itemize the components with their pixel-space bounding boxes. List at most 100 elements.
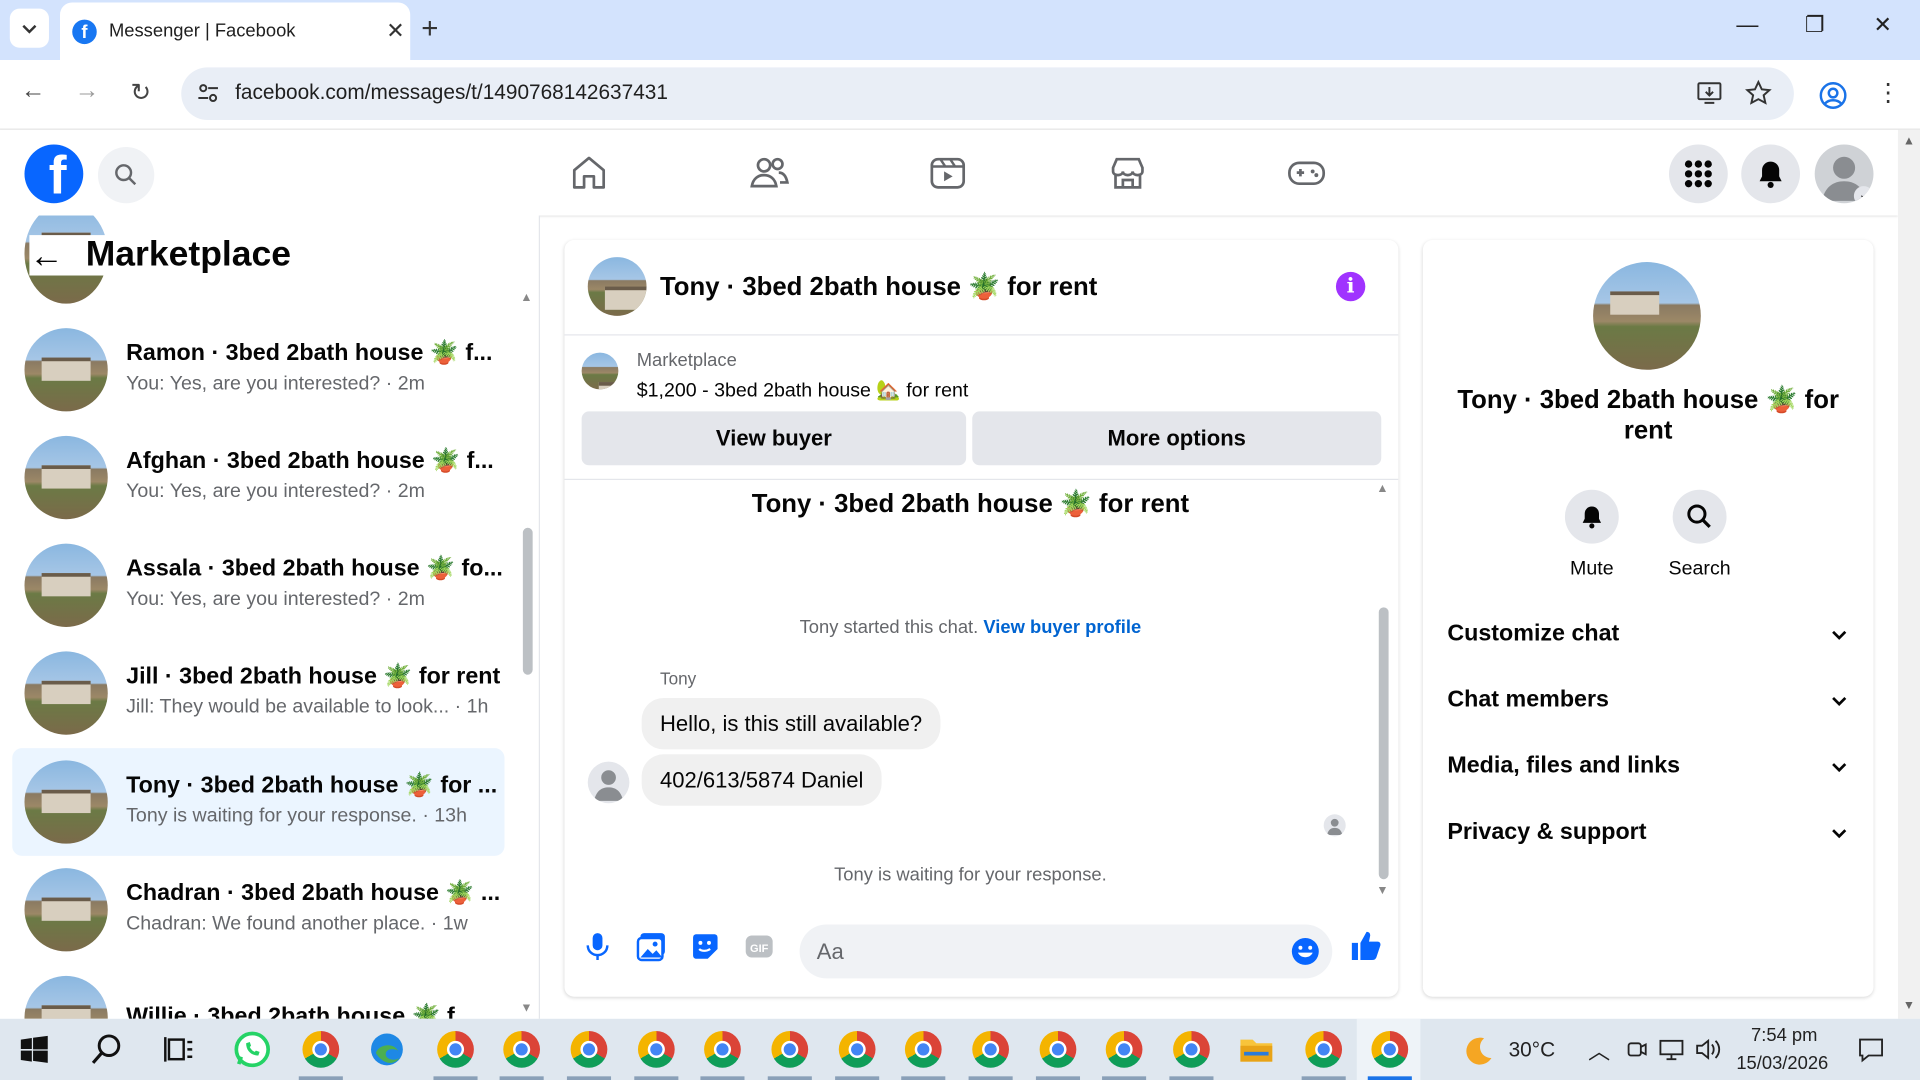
back-icon[interactable]: ← (17, 77, 49, 105)
clock-time[interactable]: 7:54 pm (1751, 1025, 1817, 1046)
chrome-icon[interactable] (1173, 1031, 1210, 1068)
install-app-icon[interactable] (1696, 80, 1723, 107)
chat-list-item-selected[interactable]: Tony · 3bed 2bath house 🪴 for ... Tony is… (12, 748, 505, 856)
facebook-logo[interactable]: f (24, 144, 84, 204)
chat-list-item[interactable]: Willie · 3bed 2bath house 🪴 f... (12, 964, 504, 1019)
moon-weather-icon[interactable] (1462, 1035, 1494, 1067)
chat-list-item[interactable]: Ramon · 3bed 2bath house 🪴 f... You: Yes,… (12, 316, 504, 424)
page-scrollbar[interactable]: ▲ ▼ (1897, 129, 1920, 1019)
chrome-icon[interactable] (503, 1031, 541, 1068)
details-thumbnail[interactable] (1593, 262, 1701, 370)
listing-price-title[interactable]: $1,200 - 3bed 2bath house 🏡 for rent (637, 378, 969, 402)
chat-members-section[interactable]: Chat members (1447, 687, 1849, 714)
camera-mic-icon[interactable] (1625, 1038, 1647, 1060)
scroll-down-arrow-icon[interactable]: ▼ (1903, 999, 1915, 1012)
scroll-up-arrow-icon[interactable]: ▲ (1376, 482, 1388, 495)
bookmark-star-icon[interactable] (1745, 79, 1772, 107)
chrome-icon[interactable] (771, 1031, 809, 1068)
thread-scrollbar[interactable] (1378, 607, 1389, 880)
chrome-icon[interactable] (972, 1031, 1009, 1068)
conversation-thumbnail[interactable] (587, 257, 647, 316)
privacy-support-section[interactable]: Privacy & support (1447, 819, 1849, 846)
photo-icon[interactable] (636, 931, 668, 963)
chat-list-item[interactable]: Assala · 3bed 2bath house 🪴 fo... You: Ye… (12, 531, 504, 639)
chrome-icon[interactable] (1105, 1031, 1143, 1068)
view-buyer-profile-link[interactable]: View buyer profile (983, 617, 1141, 638)
chrome-icon[interactable] (1305, 1031, 1343, 1068)
home-icon[interactable] (568, 152, 610, 194)
profile-icon[interactable] (1818, 81, 1847, 110)
gif-icon[interactable]: GIF (743, 931, 775, 963)
info-icon[interactable]: i (1335, 271, 1366, 302)
scroll-down-arrow-icon[interactable]: ▼ (1376, 884, 1388, 897)
emoji-icon[interactable] (1291, 937, 1320, 966)
weather-temp[interactable]: 30°C (1509, 1038, 1556, 1062)
chrome-icon[interactable] (1371, 1031, 1409, 1068)
edge-icon[interactable] (369, 1031, 406, 1068)
media-files-links-section[interactable]: Media, files and links (1447, 753, 1849, 780)
chrome-icon[interactable] (437, 1031, 474, 1068)
chrome-icon[interactable] (637, 1031, 675, 1068)
sender-avatar[interactable] (587, 761, 630, 804)
close-tab-icon[interactable]: ✕ (381, 18, 410, 44)
reload-icon[interactable]: ↻ (125, 77, 157, 108)
task-view-icon[interactable] (162, 1032, 196, 1066)
chrome-icon[interactable] (904, 1031, 942, 1068)
omnibox[interactable]: facebook.com/messages/t/1490768142637431 (181, 67, 1794, 121)
network-icon[interactable] (1658, 1037, 1685, 1061)
minimize-icon[interactable]: — (1736, 12, 1758, 38)
sticker-icon[interactable] (689, 931, 721, 963)
scroll-up-arrow-icon[interactable]: ▲ (520, 291, 532, 304)
site-settings-icon[interactable] (196, 81, 220, 105)
account-avatar[interactable]: ⌄ (1814, 144, 1874, 204)
chat-name: Tony · 3bed 2bath house 🪴 for ... (126, 772, 498, 799)
chat-list-item[interactable]: Afghan · 3bed 2bath house 🪴 f... You: Yes… (12, 424, 504, 532)
chrome-icon[interactable] (302, 1031, 340, 1068)
facebook-header: f ⌄ (0, 129, 1898, 216)
view-buyer-button[interactable]: View buyer (581, 411, 967, 466)
tab-search-button[interactable] (9, 8, 49, 48)
chrome-icon[interactable] (570, 1031, 608, 1068)
chat-list-item[interactable]: Jill · 3bed 2bath house 🪴 for rent Jill: … (12, 639, 504, 747)
file-explorer-icon[interactable] (1238, 1031, 1275, 1068)
chrome-icon[interactable] (838, 1031, 876, 1068)
marketplace-icon[interactable] (1107, 152, 1149, 194)
menu-grid-button[interactable] (1668, 144, 1728, 204)
browser-tab[interactable]: f Messenger | Facebook ✕ (60, 2, 411, 61)
message-input[interactable]: Aa (799, 924, 1333, 979)
restore-icon[interactable]: ❐ (1805, 12, 1825, 38)
new-tab-button[interactable]: + (421, 12, 438, 46)
customize-chat-section[interactable]: Customize chat (1447, 621, 1849, 648)
volume-icon[interactable] (1695, 1037, 1722, 1061)
message-bubble[interactable]: 402/613/5874 Daniel (641, 754, 882, 806)
more-options-button[interactable]: More options (972, 411, 1382, 466)
friends-icon[interactable] (748, 152, 790, 194)
windows-start-icon[interactable] (20, 1035, 49, 1064)
back-arrow-icon[interactable]: ← (29, 236, 63, 274)
microphone-icon[interactable] (582, 931, 614, 963)
video-icon[interactable] (927, 152, 969, 194)
chat-list-scrollbar[interactable] (522, 527, 533, 675)
scroll-down-arrow-icon[interactable]: ▼ (520, 1002, 532, 1015)
menu-kebab-icon[interactable]: ⋮ (1876, 77, 1900, 108)
forward-icon[interactable]: → (71, 77, 103, 105)
message-bubble[interactable]: Hello, is this still available? (641, 697, 941, 750)
like-thumbs-up-icon[interactable] (1348, 928, 1382, 962)
notification-center-icon[interactable] (1858, 1036, 1885, 1063)
chat-list-item[interactable]: Chadran · 3bed 2bath house 🪴 ... Chadran:… (12, 856, 504, 964)
search-icon[interactable] (91, 1032, 125, 1066)
whatsapp-icon[interactable] (233, 1030, 272, 1069)
mute-action[interactable]: Mute (1549, 489, 1635, 581)
conversation-title[interactable]: Tony · 3bed 2bath house 🪴 for rent (660, 273, 1097, 302)
notifications-button[interactable] (1741, 144, 1801, 204)
close-window-icon[interactable]: ✕ (1873, 12, 1891, 38)
chrome-icon[interactable] (704, 1031, 741, 1068)
url-text[interactable]: facebook.com/messages/t/1490768142637431 (235, 81, 668, 105)
gaming-icon[interactable] (1286, 152, 1328, 194)
search-action[interactable]: Search (1657, 489, 1743, 581)
facebook-search-button[interactable] (97, 146, 155, 204)
chrome-icon[interactable] (1039, 1031, 1077, 1068)
chevron-up-icon[interactable]: ︿ (1588, 1035, 1610, 1067)
clock-date[interactable]: 15/03/2026 (1736, 1053, 1828, 1074)
scroll-up-arrow-icon[interactable]: ▲ (1903, 135, 1915, 148)
